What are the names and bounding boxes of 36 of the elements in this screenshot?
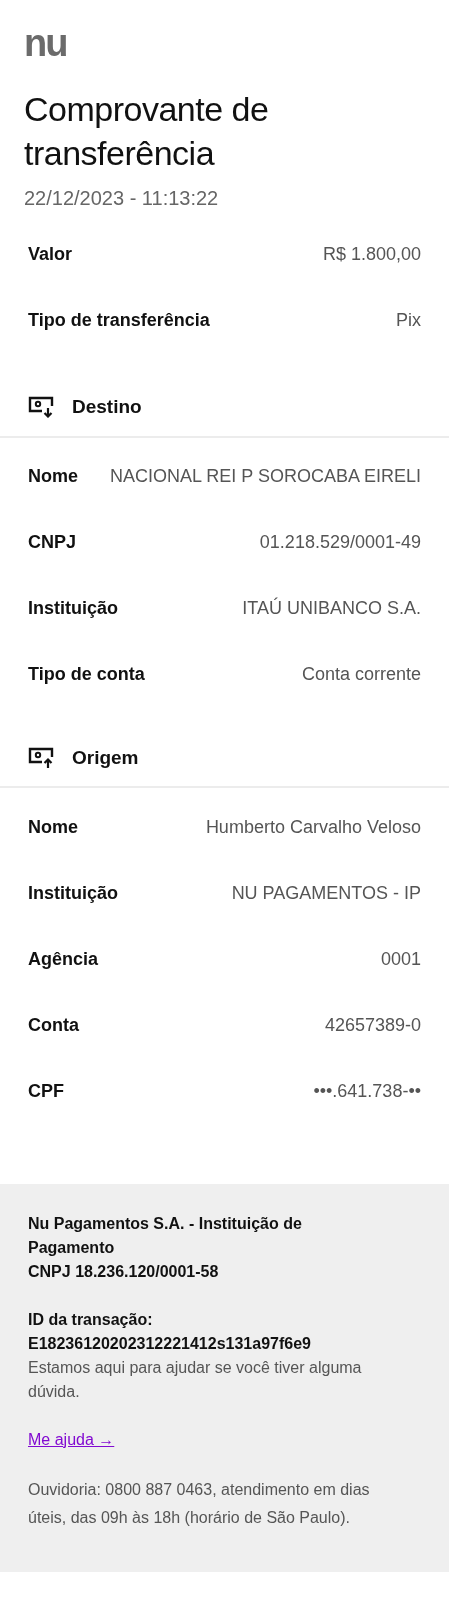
field-value: R$ 1.800,00	[322, 242, 421, 266]
field-label: Instituição	[28, 881, 118, 905]
page-title: Comprovante de transferência	[24, 89, 270, 174]
field-value: Humberto Carvalho Veloso	[205, 815, 421, 839]
field-label: Agência	[28, 947, 99, 971]
transaction-label: ID da transação:	[28, 1310, 154, 1330]
field-label: Nome	[28, 465, 78, 488]
help-link[interactable]: Me ajuda →	[28, 1431, 115, 1448]
field-label: Valor	[28, 242, 73, 266]
card-arrow-up-icon	[28, 746, 54, 769]
ombudsman-text: Ouvidoria: 0800 887 0463, atendimento em dias úteis, das 09h às 18h (horário de São Paulo).	[28, 1480, 371, 1528]
date-time: 22/12/2023 - 11:13:22	[24, 186, 220, 211]
field-label: Conta	[28, 1013, 79, 1037]
field-value: 0001	[380, 947, 421, 971]
company-cnpj: CNPJ 18.236.120/0001-58	[28, 1262, 220, 1282]
field-label: CPF	[28, 1079, 64, 1103]
field-value: •••.641.738-••	[313, 1079, 421, 1103]
logo: nu	[24, 24, 67, 62]
field-value: 42657389-0	[324, 1013, 421, 1037]
field-value: Pix	[396, 308, 421, 332]
field-value: NACIONAL REI P SOROCABA EIRELI	[109, 465, 421, 488]
field-label: Nome	[28, 815, 78, 839]
field-label: Tipo de conta	[28, 663, 145, 686]
field-value: NU PAGAMENTOS - IP	[231, 881, 421, 905]
field-value: 01.218.529/0001-49	[259, 531, 421, 554]
card-arrow-down-icon	[28, 396, 54, 419]
transaction-id: E18236120202312221412s131a97f6e9	[28, 1334, 312, 1354]
field-label: Tipo de transferência	[28, 308, 210, 332]
field-value: Conta corrente	[301, 663, 421, 686]
field-label: CNPJ	[28, 531, 76, 554]
company-name: Nu Pagamentos S.A. - Instituição de Pagamento	[28, 1214, 303, 1258]
field-label: Instituição	[28, 597, 118, 620]
help-text: Estamos aqui para ajudar se você tiver alguma dúvida.	[28, 1358, 363, 1402]
section-heading: Origem	[72, 745, 139, 770]
section-heading: Destino	[72, 395, 142, 419]
field-value: ITAÚ UNIBANCO S.A.	[242, 596, 421, 620]
